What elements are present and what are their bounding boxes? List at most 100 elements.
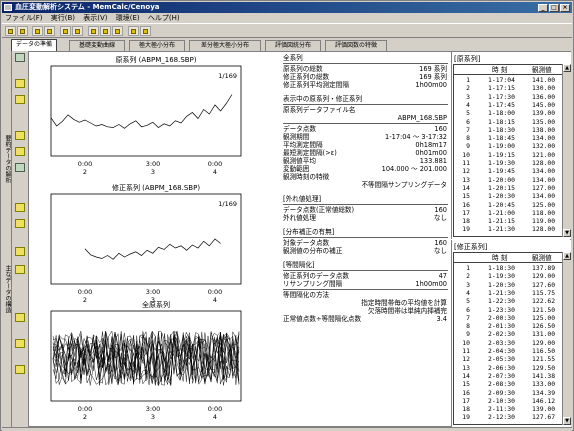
original-table-scrollbar[interactable]: ▲ ▼ — [562, 64, 571, 237]
scroll-up-icon[interactable]: ▲ — [563, 252, 571, 260]
chart-type-icon[interactable] — [15, 79, 25, 88]
tab-extreme-dist[interactable]: 極大極小分布 — [129, 40, 185, 51]
list-view-icon[interactable] — [15, 219, 25, 228]
stats-period: 観測期間 1-17:04 ～ 3-17:32 — [283, 133, 449, 141]
corrected-table-row[interactable]: 7 2-00:30 125.00 — [454, 314, 562, 322]
corrected-table-row[interactable]: 6 1-23:30 121.50 — [454, 306, 562, 314]
menu-run[interactable]: 実行(B) — [48, 13, 78, 23]
print-icon[interactable] — [112, 26, 123, 36]
stats-range-value: 104.000 ～ 201.000 — [381, 165, 447, 173]
corrected-table-cell-index: 7 — [466, 313, 470, 322]
view-icon[interactable] — [15, 53, 25, 62]
filter-icon[interactable] — [15, 131, 25, 140]
corrected-table-row[interactable]: 8 2-01:30 126.50 — [454, 322, 562, 330]
original-table-row[interactable]: 2 1-17:15 130.00 — [454, 84, 562, 92]
original-table-row[interactable]: 16 1-20:45 125.00 — [454, 201, 562, 209]
original-table-row[interactable]: 11 1-19:30 128.00 — [454, 159, 562, 167]
stats-outlier-proc-value: なし — [433, 214, 447, 222]
corrected-table-header: [修正系列] — [454, 243, 488, 251]
stats-icon[interactable] — [15, 365, 25, 374]
corrected-table-scrollbar[interactable]: ▲ ▼ — [562, 252, 571, 425]
tab-diff-extreme-dist[interactable]: 差分極大極小分布 — [189, 40, 261, 51]
corrected-table-row[interactable]: 9 2-02:30 131.00 — [454, 330, 562, 338]
arrow-icon[interactable] — [88, 26, 99, 36]
corrected-table-row[interactable]: 19 2-12:30 127.67 — [454, 413, 562, 421]
stats-total-count: 原系列の総数 169 系列 — [283, 65, 449, 73]
original-table-row[interactable]: 4 1-17:45 145.00 — [454, 101, 562, 109]
corrected-table-row[interactable]: 15 2-08:30 133.00 — [454, 380, 562, 388]
corrected-table-row[interactable]: 3 1-20:30 127.60 — [454, 281, 562, 289]
open-folder-icon[interactable] — [5, 26, 16, 36]
original-table-row[interactable]: 9 1-19:00 132.00 — [454, 142, 562, 150]
original-table-row[interactable]: 6 1-18:15 135.00 — [454, 118, 562, 126]
original-table-row[interactable]: 17 1-21:00 118.00 — [454, 209, 562, 217]
settings-icon[interactable] — [15, 265, 25, 274]
grid-view-icon[interactable] — [15, 313, 25, 322]
plot3-xtick-0: 0:00 — [78, 405, 93, 413]
original-table-row[interactable]: 1 1-17:04 141.00 — [454, 76, 562, 84]
menu-view[interactable]: 表示(V) — [80, 13, 110, 23]
tab-eval-feature[interactable]: 評価図数の特徴 — [325, 40, 387, 51]
menu-env[interactable]: 環境(E) — [113, 13, 143, 23]
table-view-icon[interactable] — [15, 203, 25, 212]
original-table-row[interactable]: 14 1-20:15 127.00 — [454, 184, 562, 192]
stats-method2: 欠落時間帯は単純内挿補完 — [283, 307, 449, 315]
original-table-cell-index: 13 — [462, 175, 470, 184]
sidebar-label-structure[interactable]: 主なデータの構造 — [2, 229, 12, 349]
scroll-up-icon[interactable]: ▲ — [563, 64, 571, 72]
corrected-table-row[interactable]: 18 2-11:30 139.00 — [454, 405, 562, 413]
menu-file[interactable]: ファイル(F) — [2, 13, 46, 23]
save-icon[interactable] — [17, 26, 28, 36]
original-table-row[interactable]: 10 1-19:15 121.00 — [454, 151, 562, 159]
original-table-row[interactable]: 15 1-20:30 134.00 — [454, 192, 562, 200]
original-table-cell-index: 1 — [466, 76, 470, 84]
stop-icon[interactable] — [44, 26, 55, 36]
help-icon[interactable] — [140, 26, 151, 36]
stats-method1-value: 指定時間帯毎の平均値を計算 — [361, 299, 447, 307]
line-chart-icon[interactable] — [15, 95, 25, 104]
original-table-row[interactable]: 3 1-17:30 136.00 — [454, 93, 562, 101]
corrected-table-row[interactable]: 13 2-06:30 129.50 — [454, 364, 562, 372]
tab-eval-dist[interactable]: 評価図統分布 — [265, 40, 321, 51]
original-table-row[interactable]: 13 1-20:00 134.00 — [454, 176, 562, 184]
table-icon[interactable] — [72, 26, 83, 36]
plot1-xsub-1: 3 — [151, 168, 155, 176]
scroll-down-icon[interactable]: ▼ — [563, 417, 571, 425]
stats-method2-value: 欠落時間帯は単純内挿補完 — [367, 307, 447, 315]
minimize-button[interactable]: _ — [538, 4, 548, 12]
original-table-row[interactable]: 8 1-18:45 134.00 — [454, 134, 562, 142]
corrected-table-row[interactable]: 14 2-07:30 141.38 — [454, 372, 562, 380]
compare-icon[interactable] — [15, 339, 25, 348]
original-table-cell-value: 135.00 — [532, 117, 556, 126]
run-icon[interactable] — [32, 26, 43, 36]
corrected-table-row[interactable]: 2 1-19:30 129.00 — [454, 272, 562, 280]
tab-base-curve[interactable]: 基礎変動曲線 — [69, 40, 125, 51]
corrected-table-row[interactable]: 16 2-09:30 134.39 — [454, 389, 562, 397]
corrected-table-row[interactable]: 5 1-22:30 122.62 — [454, 297, 562, 305]
corrected-table-row[interactable]: 10 2-03:30 129.00 — [454, 339, 562, 347]
corrected-table-row[interactable]: 1 1-18:30 137.89 — [454, 264, 562, 272]
sidebar-label-analysis[interactable]: 要約データの解析 — [2, 99, 12, 219]
original-table-row[interactable]: 12 1-19:45 134.00 — [454, 167, 562, 175]
tab-data-prep[interactable]: データの準備 — [11, 39, 57, 51]
check-icon[interactable] — [15, 163, 25, 172]
menu-help[interactable]: ヘルプ(H) — [145, 13, 183, 23]
export-icon[interactable] — [15, 247, 25, 256]
corrected-table-row[interactable]: 11 2-04:30 116.50 — [454, 347, 562, 355]
original-table-row[interactable]: 19 1-21:30 128.00 — [454, 225, 562, 233]
grid-icon[interactable] — [128, 26, 139, 36]
corrected-table-cell-value: 121.50 — [532, 305, 556, 314]
corrected-table-row[interactable]: 12 2-05:30 121.55 — [454, 355, 562, 363]
close-button[interactable]: × — [560, 4, 570, 12]
corrected-table-row[interactable]: 17 2-10:30 146.12 — [454, 397, 562, 405]
original-table-row[interactable]: 7 1-18:30 138.00 — [454, 126, 562, 134]
scroll-down-icon[interactable]: ▼ — [563, 229, 571, 237]
bar-chart-icon[interactable] — [15, 147, 25, 156]
zoom-icon[interactable] — [100, 26, 111, 36]
chart-icon[interactable] — [60, 26, 71, 36]
corrected-table-cell-time: 2-03:30 — [488, 338, 515, 347]
maximize-button[interactable]: □ — [549, 4, 559, 12]
original-table-row[interactable]: 18 1-21:15 119.00 — [454, 217, 562, 225]
corrected-table-row[interactable]: 4 1-21:30 115.75 — [454, 289, 562, 297]
original-table-row[interactable]: 5 1-18:00 139.00 — [454, 109, 562, 117]
